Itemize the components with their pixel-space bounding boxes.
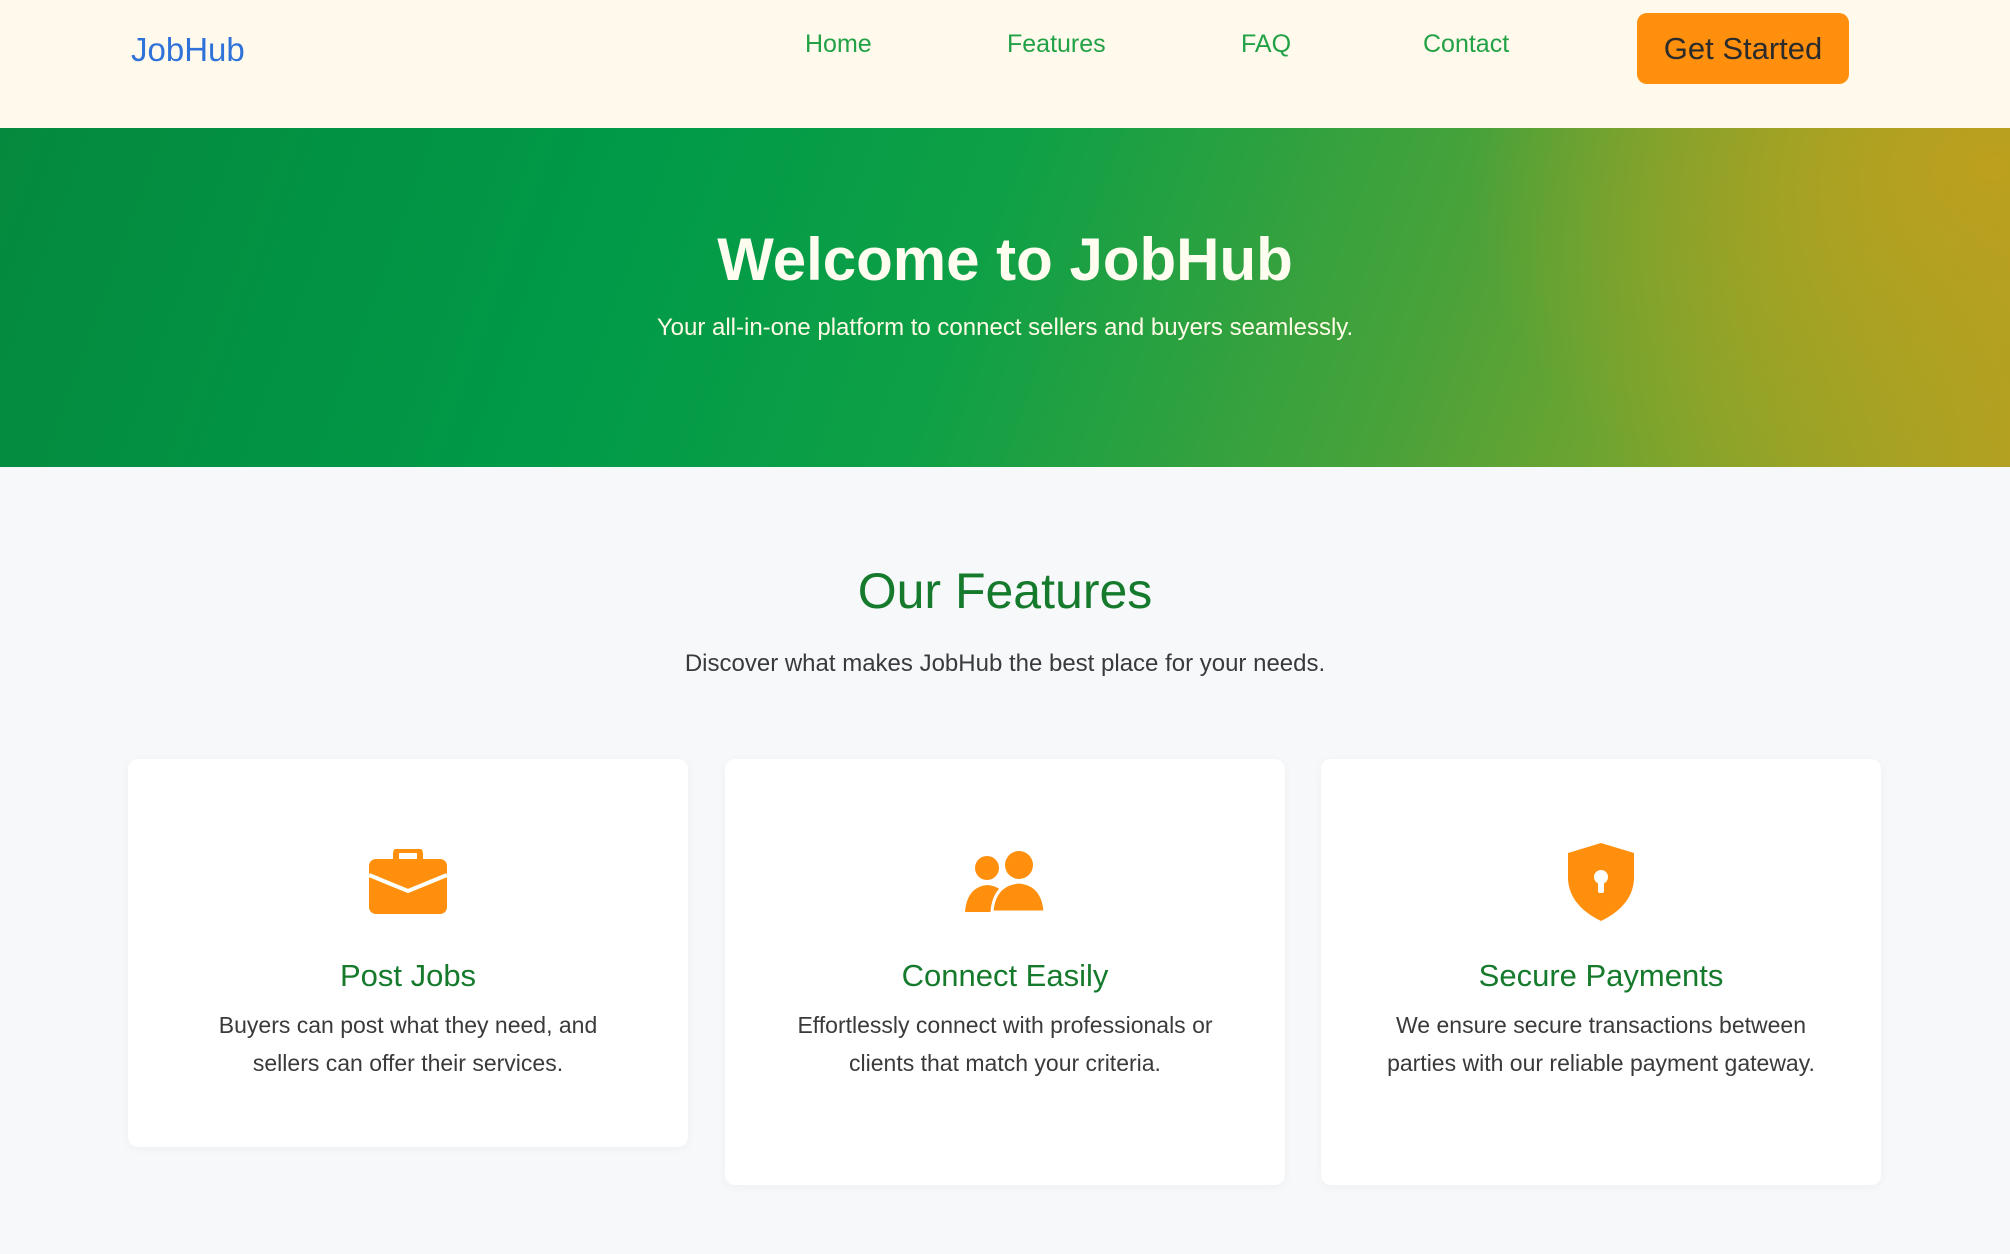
features-subtitle: Discover what makes JobHub the best plac… <box>684 650 1326 677</box>
shield-lock-icon <box>1321 837 1881 927</box>
hero-subtitle: Your all-in-one platform to connect sell… <box>656 314 1354 341</box>
feature-card-post-jobs: Post Jobs Buyers can post what they need… <box>128 759 688 1147</box>
feature-title: Post Jobs <box>339 958 477 993</box>
feature-description: Effortlessly connect with professionals … <box>797 1012 1213 1076</box>
nav-link-home[interactable]: Home <box>805 26 872 62</box>
navbar: JobHub Home Features FAQ Contact Get Sta… <box>0 0 2010 128</box>
feature-description: Buyers can post what they need, and sell… <box>218 1012 598 1076</box>
feature-card-connect-easily: Connect Easily Effortlessly connect with… <box>725 759 1285 1185</box>
feature-card-secure-payments: Secure Payments We ensure secure transac… <box>1321 759 1881 1185</box>
users-icon <box>725 837 1285 927</box>
nav-link-faq[interactable]: FAQ <box>1241 26 1291 62</box>
get-started-button[interactable]: Get Started <box>1637 13 1849 84</box>
hero-banner: Welcome to JobHub Your all-in-one platfo… <box>0 128 2010 467</box>
nav-link-contact[interactable]: Contact <box>1423 26 1509 62</box>
feature-description: We ensure secure transactions between pa… <box>1387 1012 1815 1076</box>
briefcase-icon <box>128 837 688 927</box>
features-title: Our Features <box>857 563 1153 619</box>
nav-link-features[interactable]: Features <box>1007 26 1106 62</box>
feature-title: Secure Payments <box>1478 958 1724 993</box>
brand-logo-link[interactable]: JobHub <box>131 28 245 72</box>
hero-title: Welcome to JobHub <box>717 226 1293 293</box>
feature-title: Connect Easily <box>901 958 1109 993</box>
